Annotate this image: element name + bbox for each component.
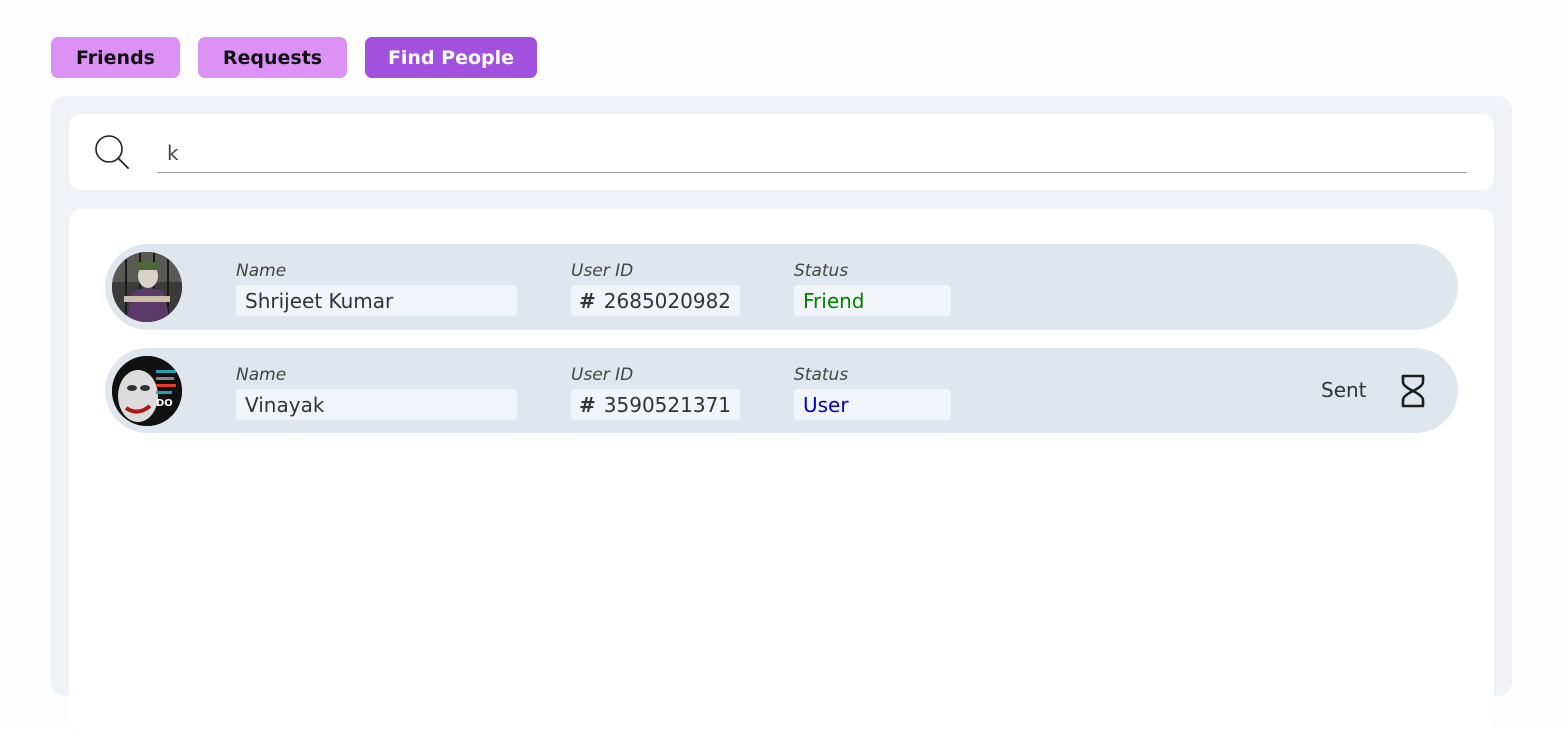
user-id-value: 2685020982 xyxy=(603,288,732,313)
status-badge: Friend xyxy=(794,285,951,316)
status-badge: User xyxy=(794,389,951,420)
tab-requests[interactable]: Requests xyxy=(198,37,347,78)
user-id-value: 3590521371 xyxy=(603,392,732,417)
list-item[interactable]: Name Shrijeet Kumar User ID # 2685020982… xyxy=(105,244,1458,330)
user-id-label: User ID xyxy=(571,365,634,385)
search-results-list: Name Shrijeet Kumar User ID # 2685020982… xyxy=(69,209,1494,729)
hash-icon: # xyxy=(579,288,596,313)
search-icon[interactable] xyxy=(94,134,130,170)
status-value: Friend xyxy=(803,288,865,313)
find-people-panel: Name Shrijeet Kumar User ID # 2685020982… xyxy=(51,96,1512,729)
hash-icon: # xyxy=(579,392,596,417)
status-value: User xyxy=(803,392,849,417)
name-label: Name xyxy=(236,365,287,385)
user-id-value-box: # 2685020982 xyxy=(571,285,740,316)
tab-bar: Friends Requests Find People xyxy=(51,37,537,78)
request-sent-label: Sent xyxy=(1321,378,1367,402)
search-input[interactable] xyxy=(157,134,1467,173)
tab-friends[interactable]: Friends xyxy=(51,37,180,78)
list-item[interactable]: DO Name Vinayak User ID # 3590521371 Sta… xyxy=(105,348,1458,433)
status-label: Status xyxy=(794,365,849,385)
svg-text:DO: DO xyxy=(156,398,173,409)
name-value: Shrijeet Kumar xyxy=(236,285,517,316)
search-bar xyxy=(69,114,1494,190)
avatar: DO xyxy=(112,356,182,426)
hourglass-icon[interactable] xyxy=(1398,374,1428,408)
name-value: Vinayak xyxy=(236,389,517,420)
avatar xyxy=(112,252,182,322)
status-label: Status xyxy=(794,261,849,281)
user-id-value-box: # 3590521371 xyxy=(571,389,740,420)
user-id-label: User ID xyxy=(571,261,634,281)
name-label: Name xyxy=(236,261,287,281)
tab-find-people[interactable]: Find People xyxy=(365,37,537,78)
